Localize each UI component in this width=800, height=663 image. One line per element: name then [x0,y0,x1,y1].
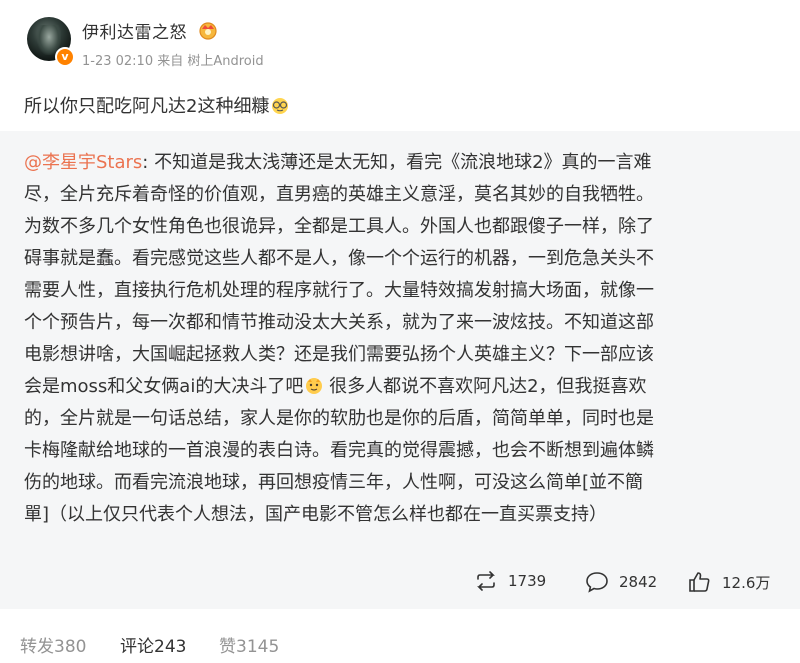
post-text: 所以你只配吃阿凡达2这种细糠 [24,92,289,118]
tab-like[interactable]: 赞3145 [219,632,279,657]
thumbs-up-icon [689,572,710,592]
verified-badge-icon: v [55,47,75,67]
tab-comment[interactable]: 评论243 [120,632,186,657]
footer-bar: 转发380 评论243 赞3145 [0,618,800,663]
repost-text-part1: : 不知道是我太浅薄还是太无知，看完《流浪地球2》真的一言难 尽，全片充斥着奇怪… [24,152,654,397]
crown-badge-icon[interactable] [197,20,219,40]
comment-count-button[interactable]: 2842 [585,571,657,593]
repost-icon [477,571,495,591]
reposted-weibo[interactable]: @李星宇Stars: 不知道是我太浅薄还是太无知，看完《流浪地球2》真的一言难 … [0,131,800,609]
repost-actions: 1739 2842 12.6万 [0,565,800,601]
like-count: 12.6万 [722,573,771,592]
repost-text: @李星宇Stars: 不知道是我太浅薄还是太无知，看完《流浪地球2》真的一言难 … [24,147,778,531]
comment-count: 2842 [619,573,658,591]
face-emoji-icon [306,378,323,394]
post-text-content: 所以你只配吃阿凡达2这种细糠 [24,96,270,117]
post-header: v 伊利达雷之怒 1-23 02:10 来自 树上Android 所以你只配吃阿… [0,0,800,130]
tab-repost[interactable]: 转发380 [20,632,86,657]
username[interactable]: 伊利达雷之怒 [82,18,187,43]
repost-text-part2: 很多人都说不喜欢阿凡达2，但我挺喜欢 的，全片就是一句话总结，家人是你的软肋也是… [24,376,654,525]
like-count-button[interactable]: 12.6万 [688,571,770,593]
post-meta: 1-23 02:10 来自 树上Android [82,54,264,69]
glasses-emoji-icon [272,98,289,114]
mention-link[interactable]: @李星宇Stars [24,152,142,173]
repost-count: 1739 [508,572,547,590]
repost-count-button[interactable]: 1739 [474,571,546,591]
comment-icon [586,572,608,593]
